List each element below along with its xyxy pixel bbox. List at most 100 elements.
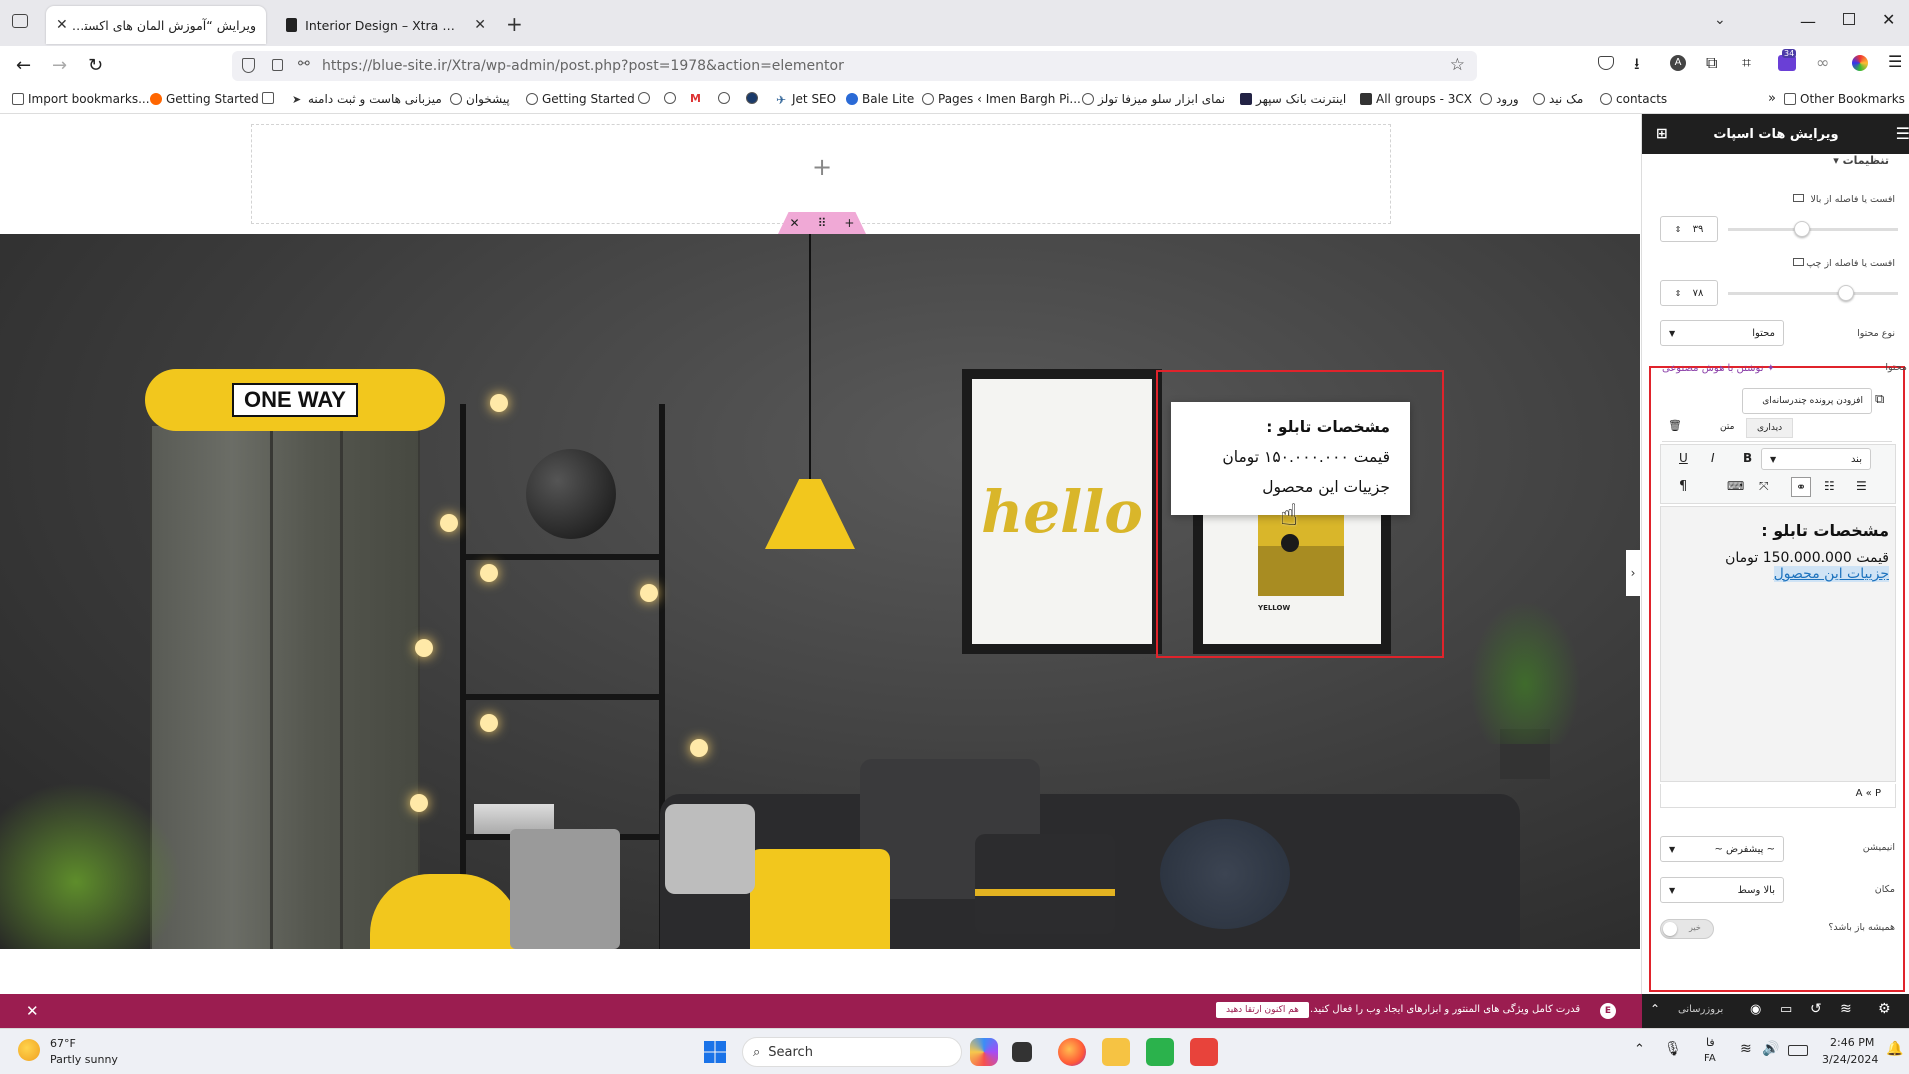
hotspot-marker[interactable] [1281, 534, 1299, 552]
content-type-select[interactable]: محتوا ▼ [1660, 320, 1784, 346]
close-window-icon[interactable]: ✕ [1882, 10, 1895, 29]
bookmark-mac-nid[interactable]: مک نید [1533, 92, 1583, 106]
more-bookmarks-icon[interactable]: » [1768, 91, 1776, 106]
extensions-icon[interactable]: ⧉ [1706, 53, 1717, 73]
camtasia-red-icon[interactable] [1190, 1038, 1218, 1066]
add-section-icon[interactable]: + [812, 153, 832, 181]
desktop-icon[interactable] [1793, 258, 1804, 266]
bookmark-tools[interactable]: نمای ابزار سلو میزفا تولز [1082, 92, 1225, 106]
bookmark-getting-started[interactable]: Getting Started [150, 92, 259, 106]
bookmark-calendar[interactable] [262, 92, 274, 104]
url-bar[interactable]: ⚯ https://blue-site.ir/Xtra/wp-admin/pos… [232, 51, 1477, 81]
bookmark-globe-2[interactable] [664, 92, 676, 104]
offset-top-slider-track[interactable] [1728, 228, 1898, 231]
bookmark-star-icon[interactable]: ☆ [1450, 55, 1465, 75]
widgets-grid-icon[interactable]: ⊞ [1656, 126, 1668, 142]
windows-start-icon[interactable] [704, 1041, 726, 1063]
bookmark-globe-1[interactable] [638, 92, 650, 104]
new-tab-icon[interactable]: + [506, 12, 523, 36]
desktop-icon[interactable] [1793, 194, 1804, 202]
bookmark-pages[interactable]: Pages ‹ Imen Bargh Pi... [922, 92, 1081, 106]
chevron-down-icon[interactable]: ⌄ [1714, 12, 1726, 28]
weather-icon[interactable] [18, 1039, 40, 1061]
paragraph-icon[interactable]: ¶ [1679, 479, 1687, 494]
tab-text[interactable]: متن [1714, 418, 1740, 436]
crop-icon[interactable]: ⌗ [1742, 53, 1751, 73]
add-media-button[interactable]: افزودن پرونده چندرسانه‌ای [1742, 388, 1872, 414]
offset-top-input[interactable]: ⇕ ۳۹ [1660, 216, 1718, 242]
history-icon[interactable]: ↺ [1810, 1001, 1822, 1017]
fullscreen-icon[interactable]: ⤧ [1759, 479, 1769, 494]
tray-chevron-icon[interactable]: ⌃ [1634, 1042, 1645, 1057]
taskbar-search[interactable]: ⌕ Search [742, 1037, 962, 1067]
volume-icon[interactable]: 🔊 [1762, 1041, 1779, 1057]
bookmark-3cx[interactable]: All groups - 3CX [1360, 92, 1472, 106]
back-icon[interactable]: ← [16, 55, 31, 76]
upgrade-button[interactable]: هم اکنون ارتقا دهید [1216, 1002, 1309, 1018]
bookmark-getting-started-2[interactable]: Getting Started [526, 92, 635, 106]
editor-line-link[interactable]: جزییات این محصول [1773, 566, 1889, 582]
bold-icon[interactable]: B [1743, 451, 1752, 465]
download-icon[interactable]: ⭳ [1634, 53, 1640, 80]
bookmark-globe-4[interactable] [746, 92, 758, 104]
close-tab-icon[interactable]: ✕ [466, 17, 486, 33]
update-button[interactable]: بروزرسانی [1678, 1004, 1723, 1015]
numbered-list-icon[interactable]: ☷ [1824, 479, 1835, 493]
section-handle[interactable]: ✕ ⠿ + [778, 212, 866, 234]
link-icon[interactable]: ⚭ [1791, 477, 1811, 497]
tab-visual[interactable]: دیداری [1746, 418, 1794, 438]
offset-left-input[interactable]: ⇕ ۷۸ [1660, 280, 1718, 306]
hamburger-icon[interactable]: ☰ [1896, 124, 1909, 143]
media-icon[interactable]: ⧉ [1875, 392, 1884, 407]
delete-section-icon[interactable]: ✕ [790, 216, 800, 230]
bullet-list-icon[interactable]: ☰ [1856, 479, 1867, 493]
empty-section[interactable]: + [251, 124, 1391, 224]
always-open-toggle[interactable]: خیر [1660, 919, 1714, 939]
minimize-icon[interactable]: — [1800, 12, 1816, 31]
firefox-taskbar-icon[interactable] [1058, 1038, 1086, 1066]
bookmark-jet-seo[interactable]: ✈ Jet SEO [776, 92, 836, 107]
position-select[interactable]: بالا وسط ▼ [1660, 877, 1784, 903]
file-explorer-icon[interactable] [1102, 1038, 1130, 1066]
account-icon[interactable]: A [1670, 55, 1686, 71]
drag-handle-icon[interactable]: ⠿ [818, 216, 827, 230]
bookmark-import[interactable]: Import bookmarks... [12, 92, 150, 106]
vpn-icon[interactable]: ∞ [1816, 53, 1829, 72]
bookmark-bale-lite[interactable]: Bale Lite [846, 92, 914, 106]
tab-interior-design[interactable]: Interior Design – Xtra WordPress ✕ [276, 6, 496, 44]
notification-bell-icon[interactable]: 🔔 [1886, 1041, 1903, 1057]
collapse-panel-icon[interactable]: › [1626, 550, 1640, 596]
bookmark-hosting[interactable]: ➤ میزبانی هاست و ثبت دامنه [292, 92, 442, 106]
forward-icon[interactable]: → [52, 55, 67, 76]
responsive-icon[interactable]: ▭ [1780, 1002, 1792, 1017]
chevron-up-icon[interactable]: ⌃ [1650, 1002, 1660, 1016]
add-column-icon[interactable]: + [844, 216, 854, 230]
camtasia-green-icon[interactable] [1146, 1038, 1174, 1066]
underline-icon[interactable]: U [1679, 451, 1688, 465]
stepper-icon[interactable]: ⇕ [1675, 289, 1682, 298]
offset-top-slider-thumb[interactable] [1794, 221, 1810, 237]
lang-fa[interactable]: فا [1706, 1036, 1715, 1049]
wifi-icon[interactable]: ≋ [1740, 1041, 1752, 1057]
task-view-icon[interactable] [1012, 1042, 1032, 1062]
color-extension-icon[interactable] [1852, 55, 1868, 71]
restore-icon[interactable] [1843, 13, 1855, 25]
other-bookmarks[interactable]: Other Bookmarks [1784, 92, 1905, 106]
stepper-icon[interactable]: ⇕ [1675, 225, 1682, 234]
keyboard-icon[interactable]: ⌨ [1727, 479, 1744, 493]
copilot-icon[interactable] [970, 1038, 998, 1066]
bookmark-gmail[interactable]: M [690, 92, 702, 105]
bookmark-login[interactable]: ورود [1480, 92, 1519, 106]
format-select[interactable]: بند ▼ [1761, 448, 1871, 470]
reload-icon[interactable]: ↻ [88, 55, 103, 76]
bookmark-contacts[interactable]: contacts [1600, 92, 1667, 106]
tab-list-icon[interactable] [12, 14, 28, 28]
preview-icon[interactable]: ◉ [1750, 1002, 1761, 1017]
offset-left-slider-thumb[interactable] [1838, 285, 1854, 301]
close-tab-icon[interactable]: ✕ [56, 17, 68, 33]
menu-icon[interactable]: ☰ [1888, 52, 1902, 71]
microphone-icon[interactable]: 🎙 [1664, 1041, 1682, 1057]
trash-icon[interactable]: 🗑 [1668, 419, 1682, 432]
italic-icon[interactable]: I [1711, 451, 1715, 465]
lang-fa-en[interactable]: FA [1704, 1053, 1716, 1064]
